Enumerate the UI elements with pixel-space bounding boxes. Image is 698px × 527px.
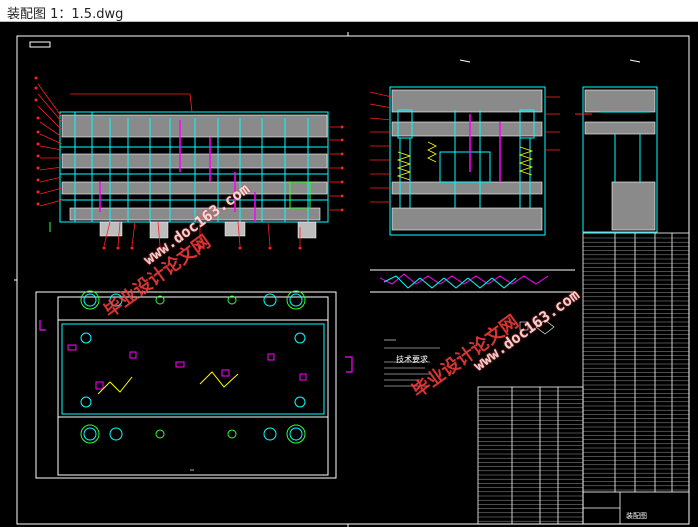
plan-view xyxy=(35,290,353,479)
title-block-label: 装配图 xyxy=(626,512,647,520)
document-title: 装配图 1：1.5.dwg xyxy=(7,7,124,22)
side-section-view xyxy=(369,59,560,236)
bom-table xyxy=(477,386,584,525)
detail-view xyxy=(575,59,658,233)
window-title-bar: 装配图 1：1.5.dwg xyxy=(0,0,698,22)
drawing-viewport[interactable]: 毕业设计论文网 www.doc163.com 毕业设计论文网 www.doc16… xyxy=(0,22,698,527)
parts-list-table xyxy=(582,232,690,525)
cad-drawing-canvas[interactable] xyxy=(0,22,698,527)
technical-requirements-title: 技术要求 xyxy=(396,355,428,364)
parts-list-rows xyxy=(583,237,689,491)
bom-rows xyxy=(478,390,583,522)
